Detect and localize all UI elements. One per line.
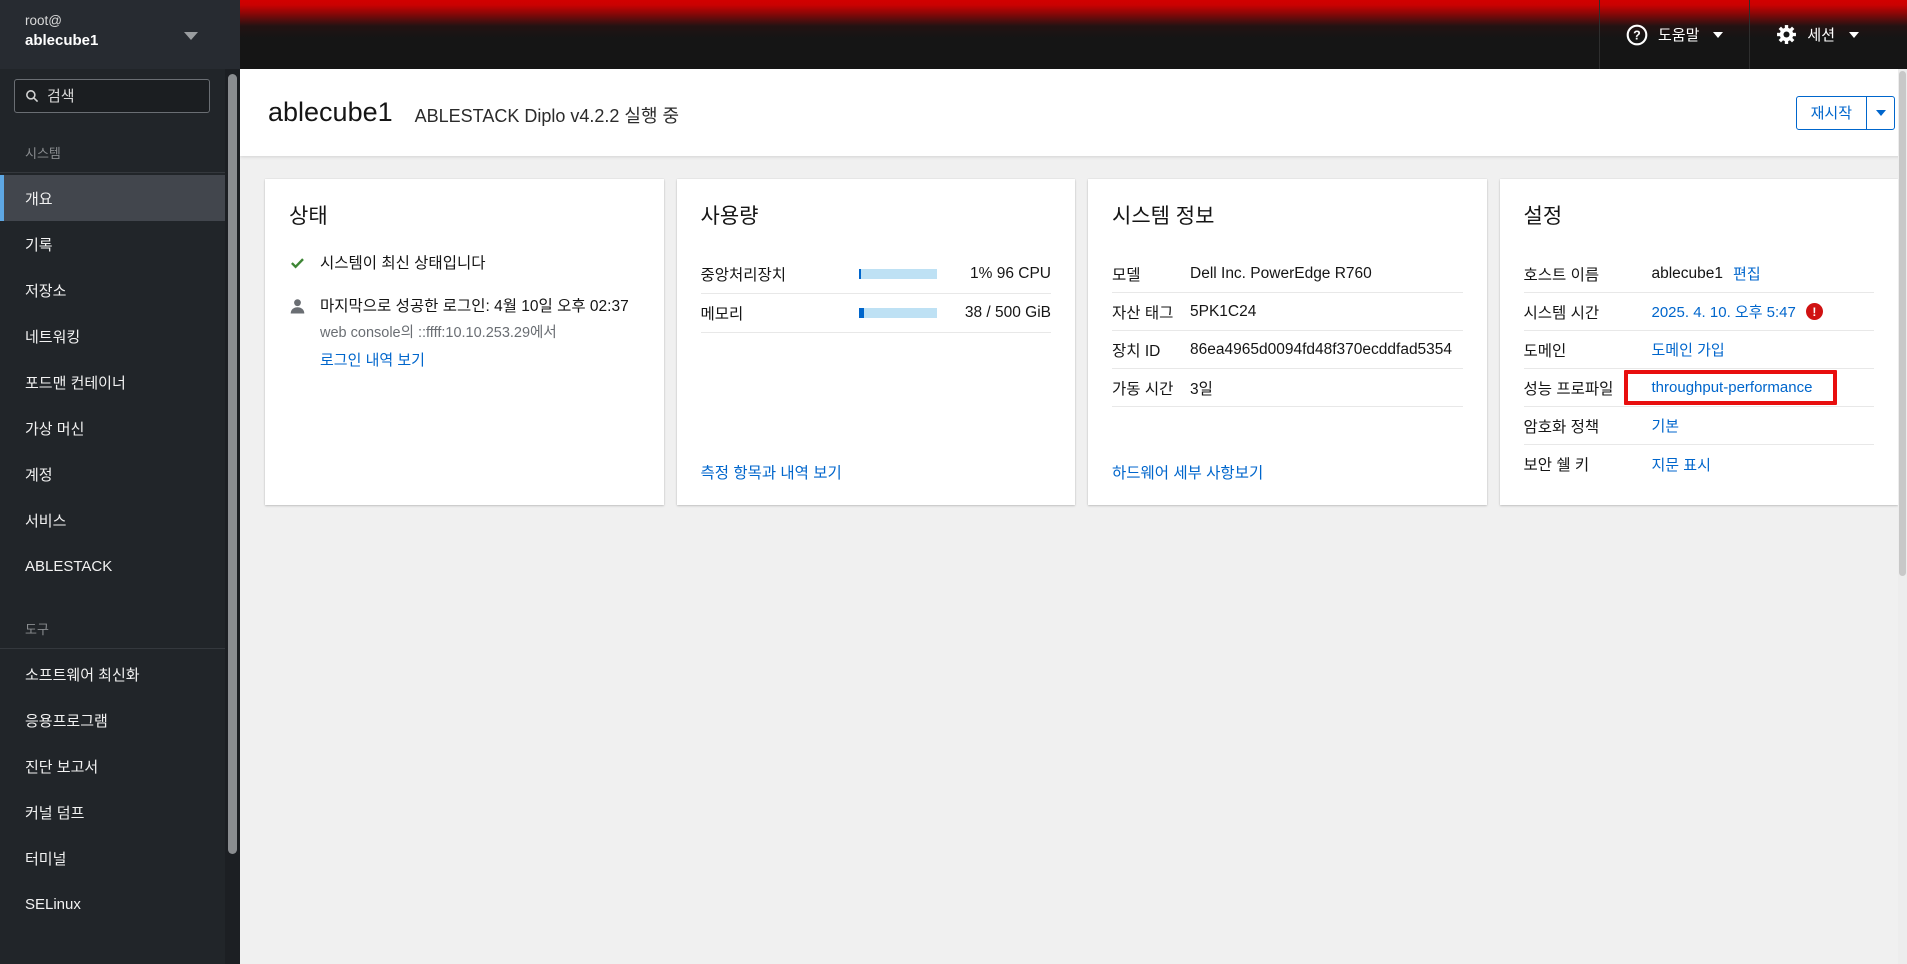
sidebar-item-software-updates[interactable]: 소프트웨어 최신화: [0, 651, 240, 697]
help-icon: ?: [1626, 24, 1648, 45]
sidebar-item-ablestack[interactable]: ABLESTACK: [0, 543, 240, 589]
sidebar-scrollbar-thumb[interactable]: [228, 74, 237, 854]
search-box[interactable]: [14, 79, 210, 113]
asset-tag-row: 자산 태그 5PK1C24: [1112, 293, 1463, 331]
cpu-value: 1% 96 CPU: [970, 265, 1051, 282]
page-header: ablecube1 ABLESTACK Diplo v4.2.2 실행 중 재시…: [240, 69, 1907, 156]
cpu-progress-fill: [858, 269, 861, 279]
system-info-card-title: 시스템 정보: [1112, 205, 1215, 228]
model-row: 모델 Dell Inc. PowerEdge R760: [1112, 255, 1463, 293]
status-card-title: 상태: [289, 205, 328, 228]
restart-dropdown-toggle[interactable]: [1866, 95, 1895, 130]
check-icon: [289, 254, 307, 277]
host-switcher[interactable]: root@ ablecube1: [0, 0, 240, 69]
sidebar: root@ ablecube1 시스템 개요 기록 저장소 네트워킹 포드맨 컨…: [0, 0, 240, 964]
sidebar-item-logs[interactable]: 기록: [0, 221, 240, 267]
help-menu[interactable]: ? 도움말: [1598, 0, 1749, 69]
performance-profile-link[interactable]: throughput-performance: [1652, 379, 1813, 396]
ssh-key-row: 보안 쉘 키 지문 표시: [1524, 445, 1875, 483]
session-label: 세션: [1807, 27, 1835, 44]
sidebar-item-storage[interactable]: 저장소: [0, 267, 240, 313]
restart-button[interactable]: 재시작: [1795, 95, 1867, 130]
memory-label: 메모리: [700, 306, 744, 323]
search-input[interactable]: [46, 87, 199, 105]
sidebar-item-accounts[interactable]: 계정: [0, 451, 240, 497]
settings-card: 설정 호스트 이름 ablecube1 편집 시스템 시간 2025. 4. 1…: [1499, 179, 1898, 505]
chevron-down-icon: [1875, 109, 1886, 116]
system-time-link[interactable]: 2025. 4. 10. 오후 5:47: [1652, 301, 1796, 322]
nav-section-system: 시스템 개요 기록 저장소 네트워킹 포드맨 컨테이너 가상 머신 계정 서비스…: [0, 123, 240, 589]
overview-cards: 상태 시스템이 최신 상태입니다 마지막으로 성공한 로그인: 4월 10일 오…: [240, 156, 1907, 505]
memory-progress-fill: [858, 308, 865, 318]
page-scrollbar[interactable]: [1898, 69, 1907, 964]
page-title: ablecube1: [268, 97, 393, 127]
cockpit-app: ? 도움말 세션 root@ ablecube1 검색 시스템 개요 기록 저장…: [0, 0, 1907, 964]
cpu-progress-bar: [858, 269, 937, 279]
page-subtitle: ABLESTACK Diplo v4.2.2 실행 중: [414, 106, 680, 126]
hostname-value: ablecube1: [1651, 264, 1724, 282]
domain-row: 도메인 도메인 가입: [1523, 331, 1874, 369]
nav-section-tools: 도구 소프트웨어 최신화 응용프로그램 진단 보고서 커널 덤프 터미널 SEL…: [0, 589, 240, 927]
chevron-down-icon: [184, 32, 198, 40]
sidebar-item-podman-containers[interactable]: 포드맨 컨테이너: [0, 359, 240, 405]
session-menu[interactable]: 세션: [1749, 0, 1885, 69]
sidebar-item-kernel-dump[interactable]: 커널 덤프: [0, 789, 240, 835]
user-icon: [289, 297, 307, 370]
memory-value: 38 / 500 GiB: [964, 304, 1051, 321]
chevron-down-icon: [1713, 31, 1724, 38]
sidebar-item-terminal[interactable]: 터미널: [0, 835, 240, 881]
sidebar-item-virtual-machines[interactable]: 가상 머신: [0, 405, 240, 451]
uptime-row: 가동 시간 3일: [1112, 369, 1463, 407]
masthead: ? 도움말 세션: [240, 0, 1907, 69]
time-warning-icon: !: [1805, 303, 1823, 320]
updates-status-row: 시스템이 최신 상태입니다: [289, 254, 640, 277]
hostname-row: 호스트 이름 ablecube1 편집: [1523, 255, 1874, 293]
nav-section-title: 시스템: [0, 123, 240, 173]
restart-split-button: 재시작: [1795, 95, 1895, 130]
cpu-label: 중앙처리장치: [700, 267, 787, 284]
search-icon: [26, 90, 39, 103]
page-scrollbar-thumb[interactable]: [1899, 71, 1906, 576]
usage-card-title: 사용량: [700, 205, 759, 228]
domain-join-link[interactable]: 도메인 가입: [1652, 339, 1725, 360]
nav-section-title: 도구: [0, 589, 240, 649]
updates-status-text: 시스템이 최신 상태입니다: [320, 255, 486, 272]
login-history-link[interactable]: 로그인 내역 보기: [320, 352, 425, 371]
gear-icon: [1777, 25, 1797, 44]
status-card: 상태 시스템이 최신 상태입니다 마지막으로 성공한 로그인: 4월 10일 오…: [265, 179, 664, 505]
chevron-down-icon: [1849, 31, 1859, 38]
svg-text:?: ?: [1633, 28, 1641, 42]
ssh-key-fingerprint-link[interactable]: 지문 표시: [1652, 454, 1711, 475]
sidebar-item-networking[interactable]: 네트워킹: [0, 313, 240, 359]
memory-progress-bar: [858, 308, 937, 318]
system-time-row: 시스템 시간 2025. 4. 10. 오후 5:47 !: [1523, 293, 1874, 331]
last-login-detail: web console의 ::ffff:10.10.253.29에서: [320, 324, 557, 341]
crypto-policy-link[interactable]: 기본: [1652, 415, 1680, 436]
sidebar-item-selinux[interactable]: SELinux: [0, 881, 240, 927]
metrics-history-link[interactable]: 측정 항목과 내역 보기: [701, 465, 842, 482]
host-user: root@: [25, 13, 62, 28]
settings-card-title: 설정: [1523, 205, 1563, 228]
system-info-card: 시스템 정보 모델 Dell Inc. PowerEdge R760 자산 태그…: [1088, 179, 1487, 505]
sidebar-item-services[interactable]: 서비스: [0, 497, 240, 543]
usage-card: 사용량 중앙처리장치 1% 96 CPU 메모리 38 / 500 GiB 측정…: [676, 179, 1075, 505]
last-login-row: 마지막으로 성공한 로그인: 4월 10일 오후 02:37 web conso…: [289, 297, 640, 370]
help-label: 도움말: [1657, 27, 1700, 44]
sidebar-search: [0, 69, 240, 123]
machine-id-row: 장치 ID 86ea4965d0094fd48f370ecddfad5354: [1112, 331, 1463, 369]
sidebar-item-diagnostic-reports[interactable]: 진단 보고서: [0, 743, 240, 789]
sidebar-scrollbar[interactable]: [225, 69, 240, 964]
performance-profile-row: 성능 프로파일 throughput-performance: [1523, 369, 1874, 407]
annotation-highlight-box: throughput-performance: [1623, 370, 1838, 405]
sidebar-item-overview[interactable]: 개요: [0, 175, 240, 221]
last-login-text: 마지막으로 성공한 로그인: 4월 10일 오후 02:37: [320, 298, 629, 316]
hardware-details-link[interactable]: 하드웨어 세부 사항보기: [1112, 465, 1263, 482]
cpu-usage-row: 중앙처리장치 1% 96 CPU: [700, 255, 1051, 294]
crypto-policy-row: 암호화 정책 기본: [1523, 407, 1874, 445]
hostname-edit-link[interactable]: 편집: [1733, 263, 1761, 284]
sidebar-item-applications[interactable]: 응용프로그램: [0, 697, 240, 743]
main-area: ablecube1 ABLESTACK Diplo v4.2.2 실행 중 재시…: [240, 69, 1907, 964]
memory-usage-row: 메모리 38 / 500 GiB: [700, 294, 1051, 333]
